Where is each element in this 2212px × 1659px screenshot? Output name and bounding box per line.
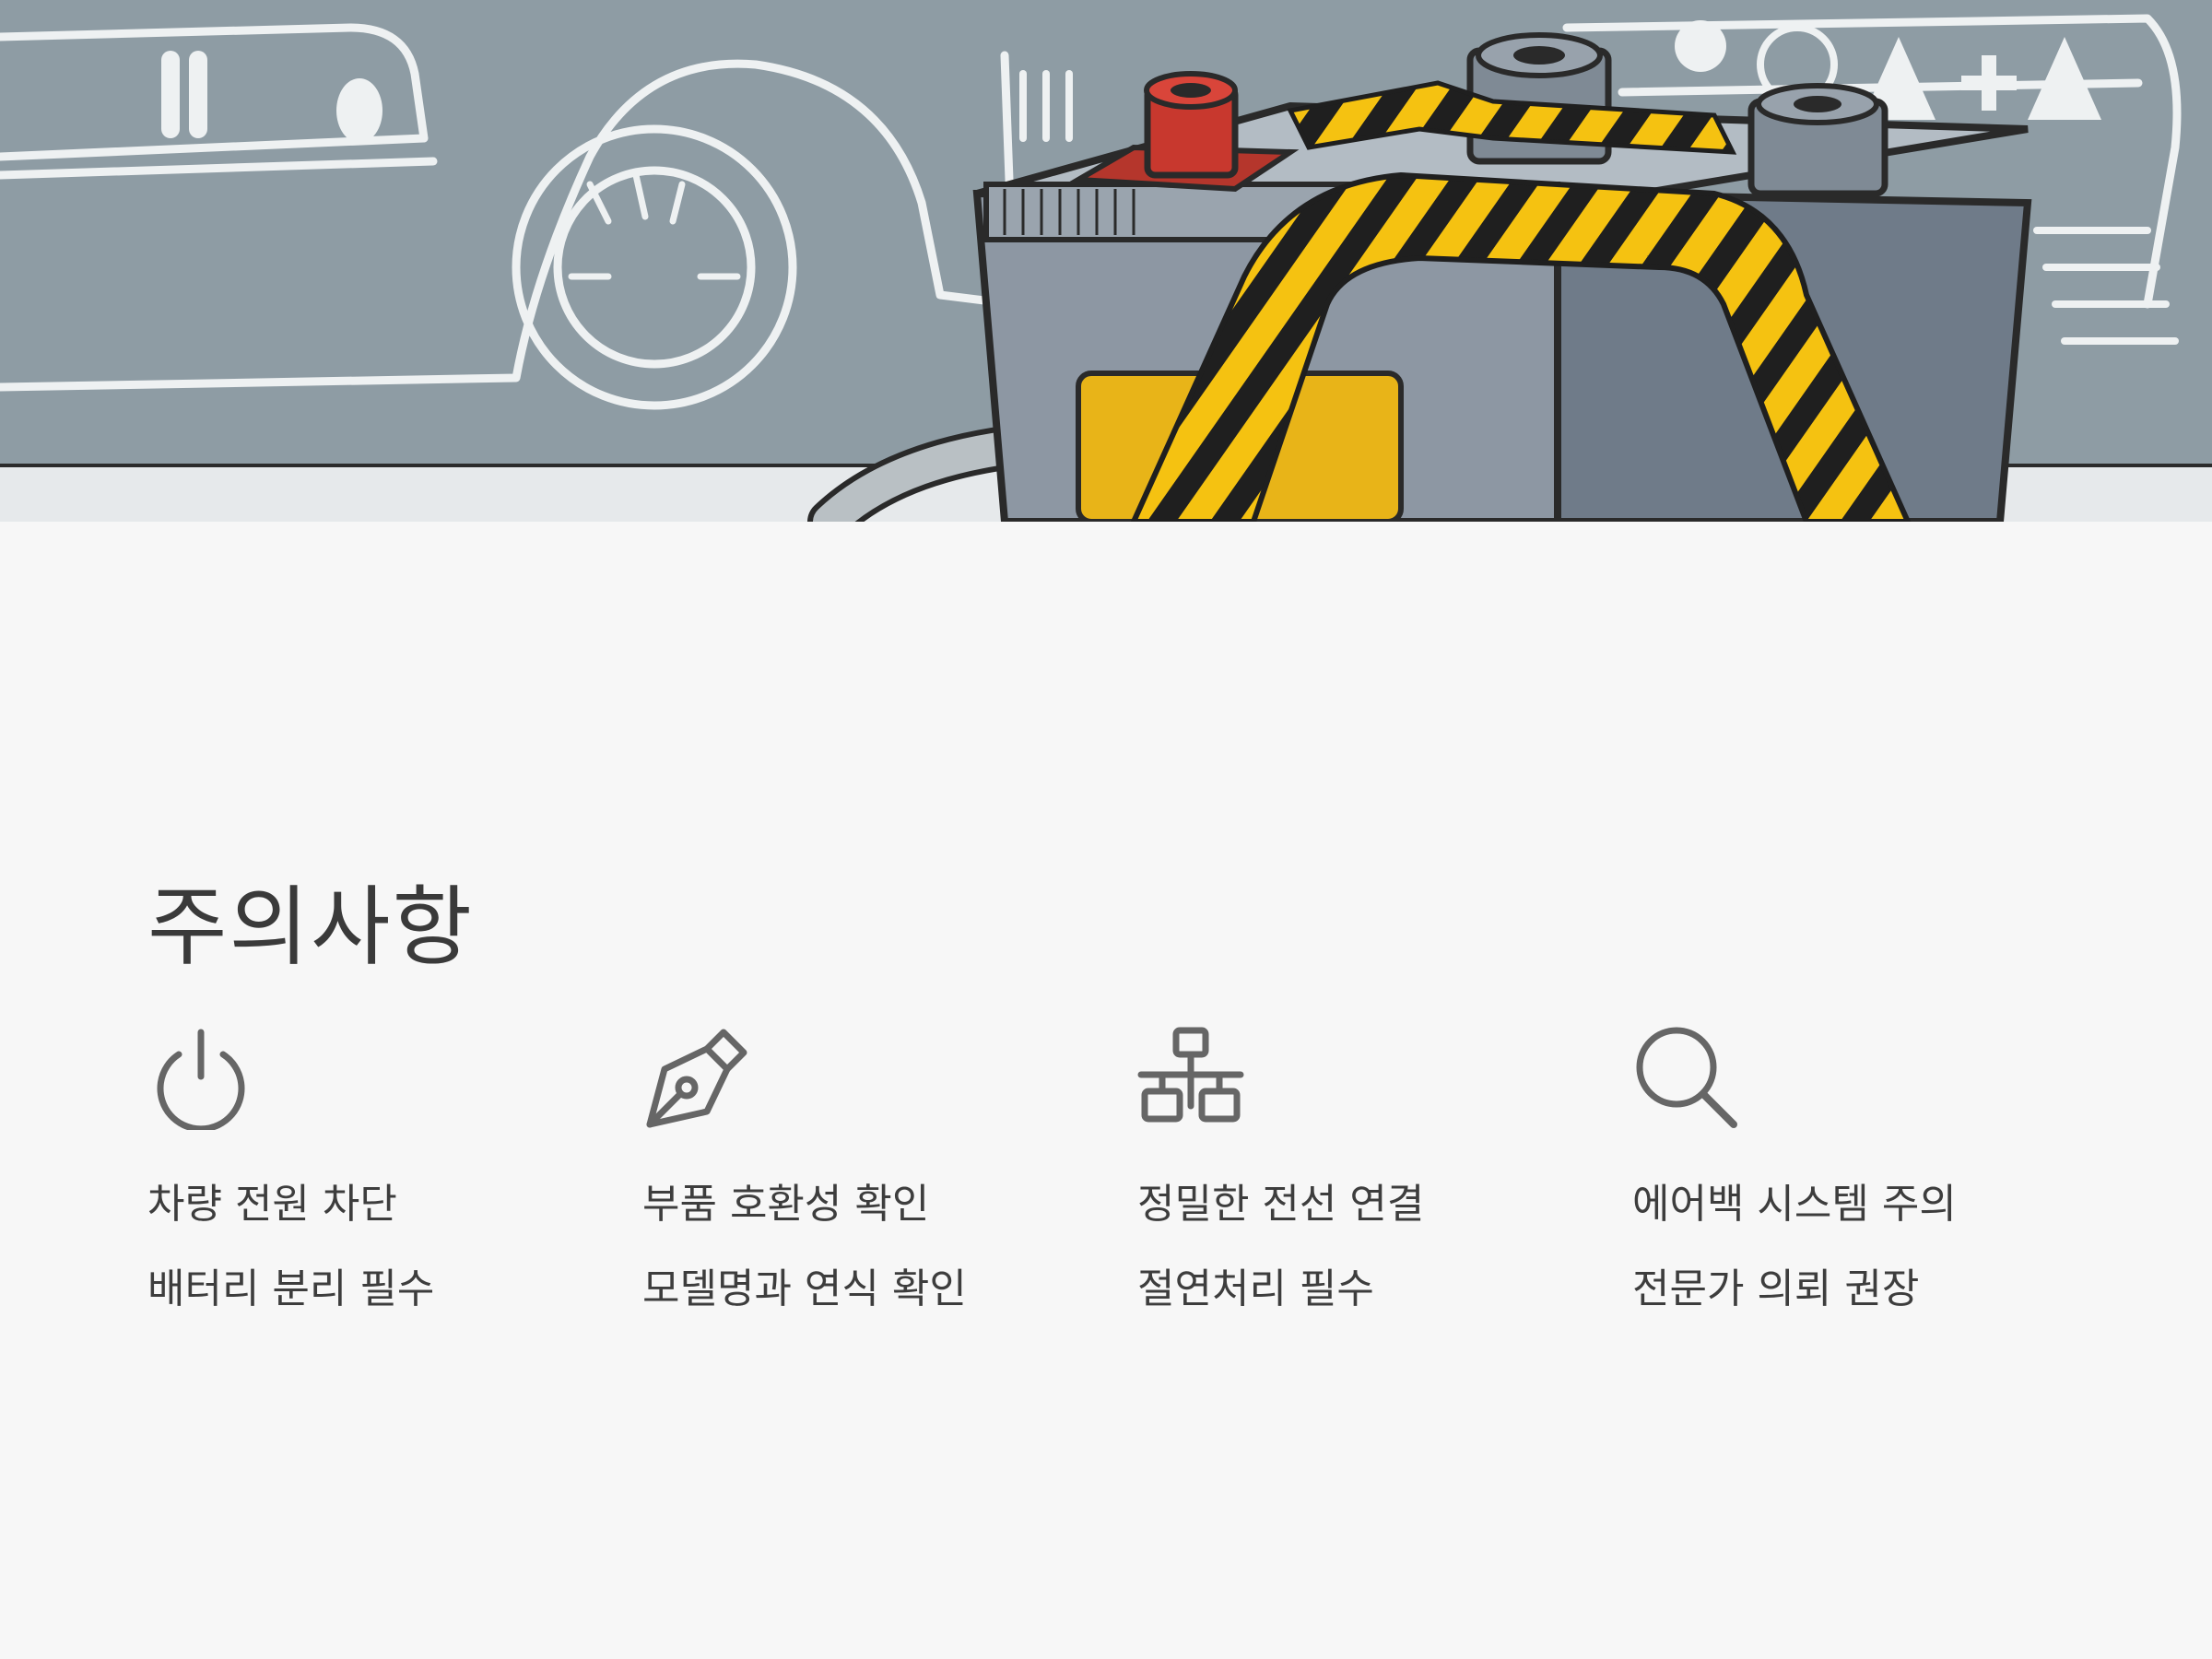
precaution-title: 에어백 시스템 주의 [1632, 1181, 1957, 1228]
precaution-item-compatibility: 부품 호환성 확인 모델명과 연식 확인 [642, 1023, 1122, 1312]
precaution-detail: 절연처리 필수 [1137, 1265, 1374, 1312]
power-icon [157, 1029, 245, 1130]
hero-illustration [0, 0, 2212, 522]
precaution-detail: 배터리 분리 필수 [147, 1265, 435, 1312]
search-icon [1636, 1027, 1737, 1128]
precaution-title: 차량 전원 차단 [147, 1181, 397, 1228]
pen-nib-icon [646, 1029, 747, 1128]
precautions-list: 차량 전원 차단 배터리 분리 필수 부품 호환성 확인 모델명과 연식 확인 [147, 1023, 2138, 1318]
precaution-item-wiring: 정밀한 전선 연결 절연처리 필수 [1137, 1023, 1617, 1312]
precaution-title: 정밀한 전선 연결 [1137, 1181, 1425, 1228]
section-title: 주의사항 [147, 877, 474, 978]
precaution-detail: 전문가 의뢰 권장 [1632, 1265, 1920, 1312]
precaution-item-airbag: 에어백 시스템 주의 전문가 의뢰 권장 [1632, 1023, 2112, 1312]
precaution-detail: 모델명과 연식 확인 [642, 1265, 967, 1312]
precaution-item-power: 차량 전원 차단 배터리 분리 필수 [147, 1023, 627, 1312]
precaution-title: 부품 호환성 확인 [642, 1181, 930, 1228]
network-icon [1137, 1027, 1244, 1123]
